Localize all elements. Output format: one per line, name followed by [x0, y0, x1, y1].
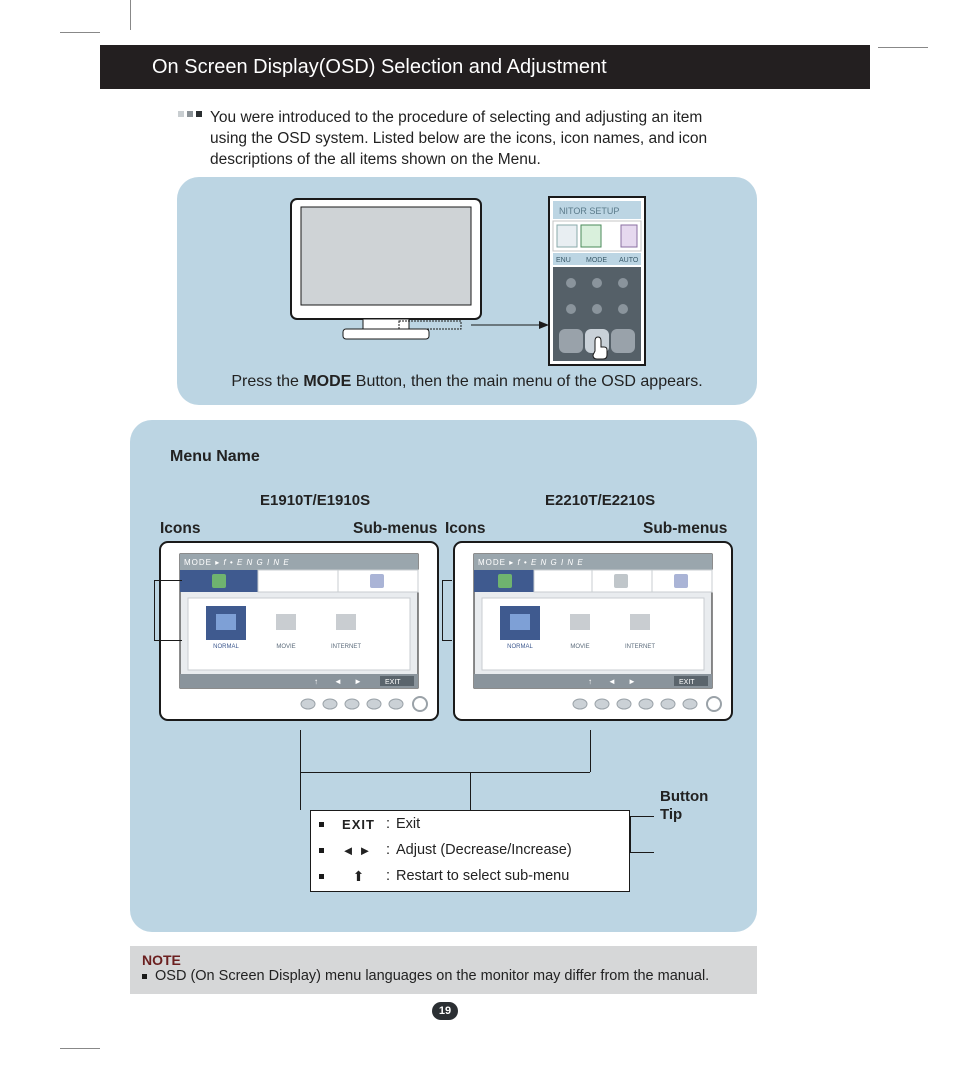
svg-text:ENU: ENU: [556, 257, 571, 264]
monitor-remote-illustration: NITOR SETUP ENU MODE AUTO: [281, 191, 651, 371]
icons-label-b: Icons: [445, 520, 485, 538]
svg-text:NORMAL: NORMAL: [507, 644, 533, 650]
svg-text:AUTO: AUTO: [619, 257, 639, 264]
svg-text:►: ►: [354, 677, 362, 686]
svg-text:↑: ↑: [314, 677, 318, 686]
tip-row-exit: EXIT : Exit: [311, 811, 629, 837]
submenus-label-a: Sub-menus: [353, 520, 437, 538]
svg-text:EXIT: EXIT: [679, 679, 695, 686]
osd-screenshots-row: MODE ▸ f • E N G I N E NORMAL MOVIE INTE…: [158, 540, 734, 730]
svg-text:MODE: MODE: [586, 257, 607, 264]
page-title: On Screen Display(OSD) Selection and Adj…: [152, 56, 607, 79]
press-instruction: Press the MODE Button, then the main men…: [177, 373, 757, 391]
model-a-label: E1910T/E1910S: [260, 492, 370, 509]
svg-text:NORMAL: NORMAL: [213, 644, 239, 650]
svg-text:►: ►: [628, 677, 636, 686]
exit-text-icon: EXIT: [342, 817, 375, 832]
arrows-left-right-icon: ◄►: [331, 843, 386, 858]
lead-bullet-icon: [178, 111, 202, 117]
bullet-icon: [142, 974, 147, 979]
svg-text:INTERNET: INTERNET: [331, 644, 361, 650]
svg-text:◄: ◄: [334, 677, 342, 686]
page-number-badge: 19: [432, 1002, 458, 1020]
svg-text:INTERNET: INTERNET: [625, 644, 655, 650]
menu-name-label: Menu Name: [170, 448, 260, 466]
submenus-label-b: Sub-menus: [643, 520, 727, 538]
svg-text:MOVIE: MOVIE: [276, 644, 295, 650]
lead-paragraph: You were introduced to the procedure of …: [210, 108, 740, 171]
icons-label-a: Icons: [160, 520, 200, 538]
model-b-label: E2210T/E2210S: [545, 492, 655, 509]
page-title-bar: On Screen Display(OSD) Selection and Adj…: [100, 45, 870, 89]
crop-mark: [130, 0, 131, 30]
svg-text:◄: ◄: [608, 677, 616, 686]
svg-text:↑: ↑: [588, 677, 592, 686]
note-text: OSD (On Screen Display) menu languages o…: [155, 968, 709, 984]
tip-desc: Adjust (Decrease/Increase): [396, 842, 572, 858]
tip-desc: Restart to select sub-menu: [396, 868, 569, 884]
tip-row-adjust: ◄► : Adjust (Decrease/Increase): [311, 837, 629, 863]
note-title: NOTE: [142, 952, 745, 968]
svg-text:MODE ▸ f • E N G I N E: MODE ▸ f • E N G I N E: [184, 558, 290, 567]
osd-screen-a: MODE ▸ f • E N G I N E NORMAL MOVIE INTE…: [158, 540, 440, 730]
svg-text:EXIT: EXIT: [385, 679, 401, 686]
button-tip-label: Button Tip: [660, 788, 708, 824]
osd-screen-b: MODE ▸ f • E N G I N E NORMAL MOVIE INTE…: [452, 540, 734, 730]
intro-panel: NITOR SETUP ENU MODE AUTO Press the MODE…: [177, 177, 757, 405]
tip-desc: Exit: [396, 816, 420, 832]
crop-mark: [878, 47, 928, 48]
crop-mark: [60, 1048, 100, 1049]
svg-text:MOVIE: MOVIE: [570, 644, 589, 650]
arrow-up-icon: ⬆: [331, 868, 386, 885]
svg-text:MODE ▸ f • E N G I N E: MODE ▸ f • E N G I N E: [478, 558, 584, 567]
crop-mark: [60, 32, 100, 33]
tip-row-restart: ⬆ : Restart to select sub-menu: [311, 863, 629, 889]
svg-text:NITOR SETUP: NITOR SETUP: [559, 206, 619, 216]
note-box: NOTE OSD (On Screen Display) menu langua…: [130, 946, 757, 994]
osd-layout-panel: Menu Name E1910T/E1910S E2210T/E2210S Ic…: [130, 420, 757, 932]
button-tip-box: EXIT : Exit ◄► : Adjust (Decrease/Increa…: [310, 810, 630, 892]
